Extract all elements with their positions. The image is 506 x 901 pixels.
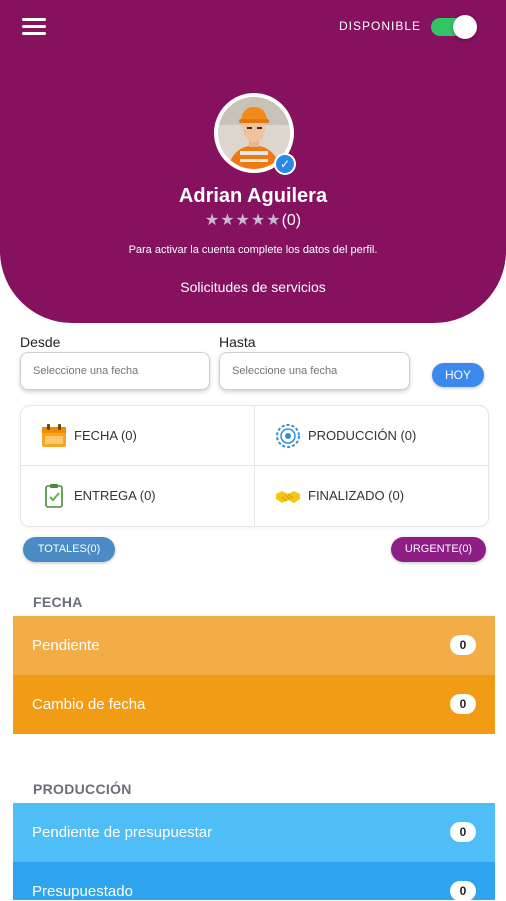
category-label: FINALIZADO (0) [308,488,405,503]
status-label: Pendiente [32,637,100,654]
category-grid: FECHA (0) PRODUCCIÓN (0) ENTREGA (0) FIN… [20,405,489,527]
rating-stars-icon: ★★★★★ [204,212,282,229]
section-title-produccion: PRODUCCIÓN [33,781,132,797]
status-row-presupuestado[interactable]: Presupuestado 0 [13,862,495,901]
status-count-badge: 0 [450,635,476,655]
category-entrega[interactable]: ENTREGA (0) [21,466,254,525]
availability-toggle[interactable] [431,15,477,39]
status-count-badge: 0 [450,822,476,842]
category-label: PRODUCCIÓN (0) [308,428,417,443]
status-label: Presupuestado [32,883,133,900]
menu-icon[interactable] [22,16,48,38]
profile-header: DISPONIBLE ✓ Adrian Aguilera ★★★★★(0) Pa… [0,0,506,323]
today-button[interactable]: HOY [432,363,484,387]
calendar-icon [42,424,66,447]
urgente-button[interactable]: URGENTE(0) [391,537,486,562]
status-row-pendiente-de-presupuestar[interactable]: Pendiente de presupuestar 0 [13,803,495,862]
status-count-badge: 0 [450,694,476,714]
status-count-badge: 0 [450,881,476,901]
category-finalizado[interactable]: FINALIZADO (0) [255,466,488,525]
category-produccion[interactable]: PRODUCCIÓN (0) [255,406,488,465]
profile-notice: Para activar la cuenta complete los dato… [128,244,378,256]
toggle-knob [453,15,477,39]
profile-name: Adrian Aguilera [178,185,328,207]
availability-label: DISPONIBLE [339,19,422,33]
desde-date-field[interactable] [20,352,210,390]
totales-button[interactable]: TOTALES(0) [23,537,115,562]
rating: ★★★★★(0) [0,210,506,230]
verified-badge-icon: ✓ [274,153,296,175]
category-label: FECHA (0) [74,428,137,443]
status-row-cambio-de-fecha[interactable]: Cambio de fecha 0 [13,675,495,734]
desde-label: Desde [20,334,61,350]
section-title-fecha: FECHA [33,594,83,610]
category-label: ENTREGA (0) [74,488,156,503]
hasta-label: Hasta [219,334,256,350]
hasta-date-field[interactable] [219,352,410,390]
status-row-pendiente[interactable]: Pendiente 0 [13,616,495,675]
handshake-icon [276,491,300,503]
service-requests-link[interactable]: Solicitudes de servicios [0,279,506,295]
gear-icon [276,424,300,448]
rating-count: (0) [281,212,302,229]
status-label: Pendiente de presupuestar [32,824,213,841]
category-fecha[interactable]: FECHA (0) [21,406,254,465]
clipboard-check-icon [45,484,63,508]
status-label: Cambio de fecha [32,696,146,713]
